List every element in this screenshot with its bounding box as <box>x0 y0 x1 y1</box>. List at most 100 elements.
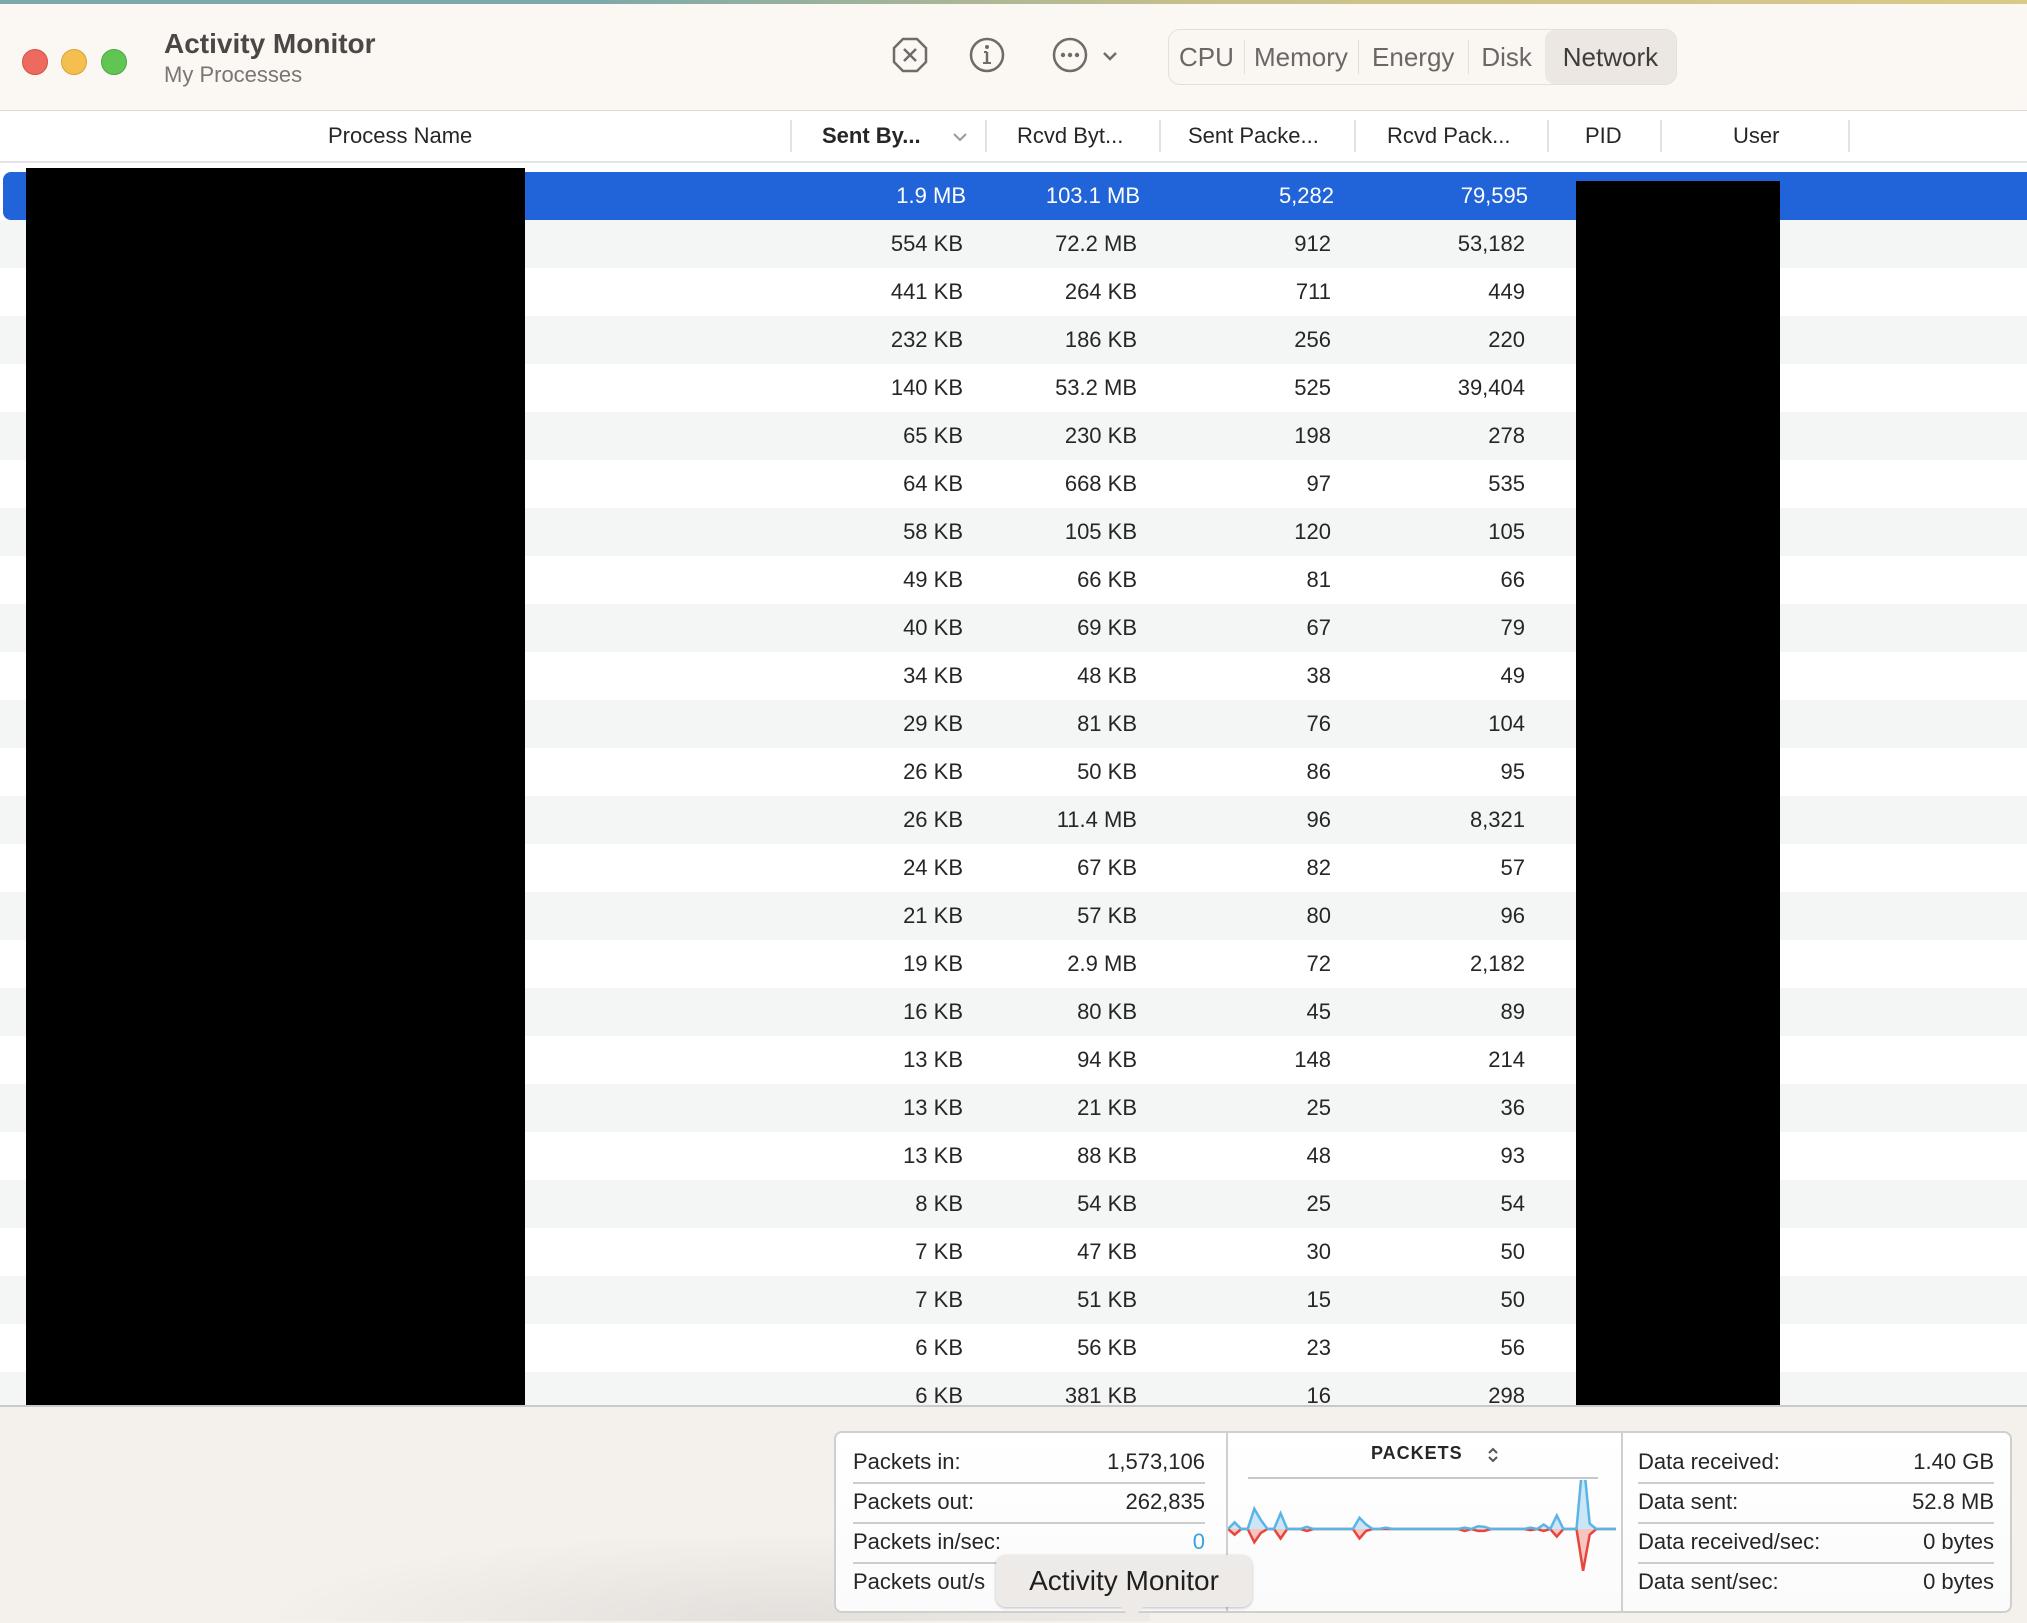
column-header-rcvd-bytes[interactable]: Rcvd Byt... <box>1017 111 1123 161</box>
inspect-process-button[interactable] <box>967 35 1007 75</box>
tooltip-arrow <box>1120 1606 1144 1620</box>
cell-sent-bytes: 26 KB <box>903 759 963 784</box>
tab-disk[interactable]: Disk <box>1468 30 1544 84</box>
cell-sent-packets: 67 <box>1306 615 1331 640</box>
cell-rcvd-packets: 50 <box>1500 1287 1525 1312</box>
cell-rcvd-bytes: 21 KB <box>1077 1095 1137 1120</box>
chevron-down-icon <box>1103 52 1117 61</box>
column-divider[interactable] <box>1848 120 1850 152</box>
cell-sent-packets: 5,282 <box>1278 183 1334 208</box>
cell-sent-packets: 48 <box>1306 1143 1331 1168</box>
cell-rcvd-bytes: 105 KB <box>1064 519 1137 544</box>
redacted-process-names <box>26 168 525 1405</box>
cell-rcvd-packets: 36 <box>1500 1095 1525 1120</box>
cell-rcvd-packets: 278 <box>1488 423 1525 448</box>
sort-descending-icon[interactable] <box>951 128 969 146</box>
column-divider[interactable] <box>985 120 987 152</box>
tab-network[interactable]: Network <box>1544 30 1676 84</box>
column-header-sent-bytes[interactable]: Sent By... <box>822 111 921 161</box>
cell-sent-bytes: 19 KB <box>903 951 963 976</box>
cell-sent-bytes: 232 KB <box>890 327 963 352</box>
cell-rcvd-packets: 79,595 <box>1460 183 1528 208</box>
cell-rcvd-bytes: 47 KB <box>1077 1239 1137 1264</box>
cell-sent-packets: 82 <box>1306 855 1331 880</box>
cell-rcvd-bytes: 67 KB <box>1077 855 1137 880</box>
cell-sent-bytes: 6 KB <box>915 1335 963 1360</box>
cell-rcvd-packets: 39,404 <box>1457 375 1525 400</box>
cell-sent-packets: 25 <box>1306 1191 1331 1216</box>
stop-process-button[interactable] <box>890 35 930 75</box>
cell-sent-bytes: 64 KB <box>903 471 963 496</box>
cell-sent-bytes: 554 KB <box>890 231 963 256</box>
column-header-user[interactable]: User <box>1733 111 1779 161</box>
column-divider[interactable] <box>790 120 792 152</box>
panel-divider <box>1621 1433 1623 1611</box>
zoom-window-button[interactable] <box>101 49 127 75</box>
column-divider[interactable] <box>1660 120 1662 152</box>
cell-rcvd-bytes: 80 KB <box>1077 999 1137 1024</box>
cell-sent-packets: 15 <box>1306 1287 1331 1312</box>
tab-memory[interactable]: Memory <box>1243 30 1358 84</box>
cell-rcvd-bytes: 103.1 MB <box>1045 183 1140 208</box>
column-divider[interactable] <box>1354 120 1356 152</box>
cell-rcvd-bytes: 186 KB <box>1064 327 1137 352</box>
column-header-process-name[interactable]: Process Name <box>328 111 472 161</box>
more-options-button[interactable] <box>1050 35 1090 75</box>
cell-sent-packets: 72 <box>1306 951 1331 976</box>
app-subtitle[interactable]: My Processes <box>164 62 302 88</box>
cell-rcvd-packets: 56 <box>1500 1335 1525 1360</box>
close-window-button[interactable] <box>22 49 48 75</box>
view-tabs: CPU Memory Energy Disk Network <box>1168 29 1677 85</box>
cell-sent-bytes: 441 KB <box>890 279 963 304</box>
graph-mode-selector-icon[interactable] <box>1486 1445 1500 1465</box>
cell-sent-bytes: 7 KB <box>915 1239 963 1264</box>
cell-sent-bytes: 13 KB <box>903 1143 963 1168</box>
tab-cpu[interactable]: CPU <box>1169 30 1244 84</box>
cell-sent-bytes: 13 KB <box>903 1047 963 1072</box>
stat-packets-out: Packets out: 262,835 <box>853 1482 1205 1524</box>
tab-energy[interactable]: Energy <box>1358 30 1468 84</box>
cell-rcvd-packets: 66 <box>1500 567 1525 592</box>
stat-value: 52.8 MB <box>1912 1489 1994 1514</box>
cell-rcvd-packets: 449 <box>1488 279 1525 304</box>
cell-sent-packets: 97 <box>1306 471 1331 496</box>
stat-value: 0 <box>1192 1529 1205 1554</box>
cell-sent-bytes: 29 KB <box>903 711 963 736</box>
stat-label: Packets out: <box>853 1489 975 1514</box>
cell-rcvd-bytes: 94 KB <box>1077 1047 1137 1072</box>
cell-sent-packets: 96 <box>1306 807 1331 832</box>
cell-sent-packets: 30 <box>1306 1239 1331 1264</box>
cell-sent-packets: 23 <box>1306 1335 1331 1360</box>
graph-title[interactable]: PACKETS <box>1371 1443 1463 1464</box>
column-divider[interactable] <box>1159 120 1161 152</box>
cell-rcvd-bytes: 56 KB <box>1077 1335 1137 1360</box>
cell-sent-packets: 198 <box>1294 423 1331 448</box>
cell-sent-packets: 76 <box>1306 711 1331 736</box>
cell-sent-bytes: 49 KB <box>903 567 963 592</box>
cell-rcvd-packets: 535 <box>1488 471 1525 496</box>
cell-sent-packets: 148 <box>1294 1047 1331 1072</box>
cell-rcvd-packets: 104 <box>1488 711 1525 736</box>
stat-value: 1.40 GB <box>1913 1449 1994 1474</box>
stat-label: Packets out/s <box>853 1569 986 1594</box>
cell-rcvd-packets: 220 <box>1488 327 1525 352</box>
cell-rcvd-packets: 298 <box>1488 1383 1525 1405</box>
cell-rcvd-bytes: 72.2 MB <box>1055 231 1137 256</box>
table-header: Process Name Sent By... Rcvd Byt... Sent… <box>0 111 2027 163</box>
cell-rcvd-bytes: 81 KB <box>1077 711 1137 736</box>
cell-sent-packets: 86 <box>1306 759 1331 784</box>
cell-rcvd-packets: 93 <box>1500 1143 1525 1168</box>
column-header-pid[interactable]: PID <box>1585 111 1622 161</box>
cell-sent-packets: 38 <box>1306 663 1331 688</box>
cell-sent-bytes: 21 KB <box>903 903 963 928</box>
minimize-window-button[interactable] <box>61 49 87 75</box>
column-header-sent-packets[interactable]: Sent Packe... <box>1188 111 1319 161</box>
column-header-rcvd-packets[interactable]: Rcvd Pack... <box>1387 111 1510 161</box>
packets-out-line <box>1228 1527 1616 1572</box>
cell-rcvd-packets: 50 <box>1500 1239 1525 1264</box>
stat-data-sent: Data sent: 52.8 MB <box>1638 1482 1994 1524</box>
column-divider[interactable] <box>1547 120 1549 152</box>
more-options-dropdown[interactable] <box>1099 45 1121 67</box>
tooltip: Activity Monitor <box>996 1555 1252 1607</box>
cell-sent-packets: 912 <box>1294 231 1331 256</box>
